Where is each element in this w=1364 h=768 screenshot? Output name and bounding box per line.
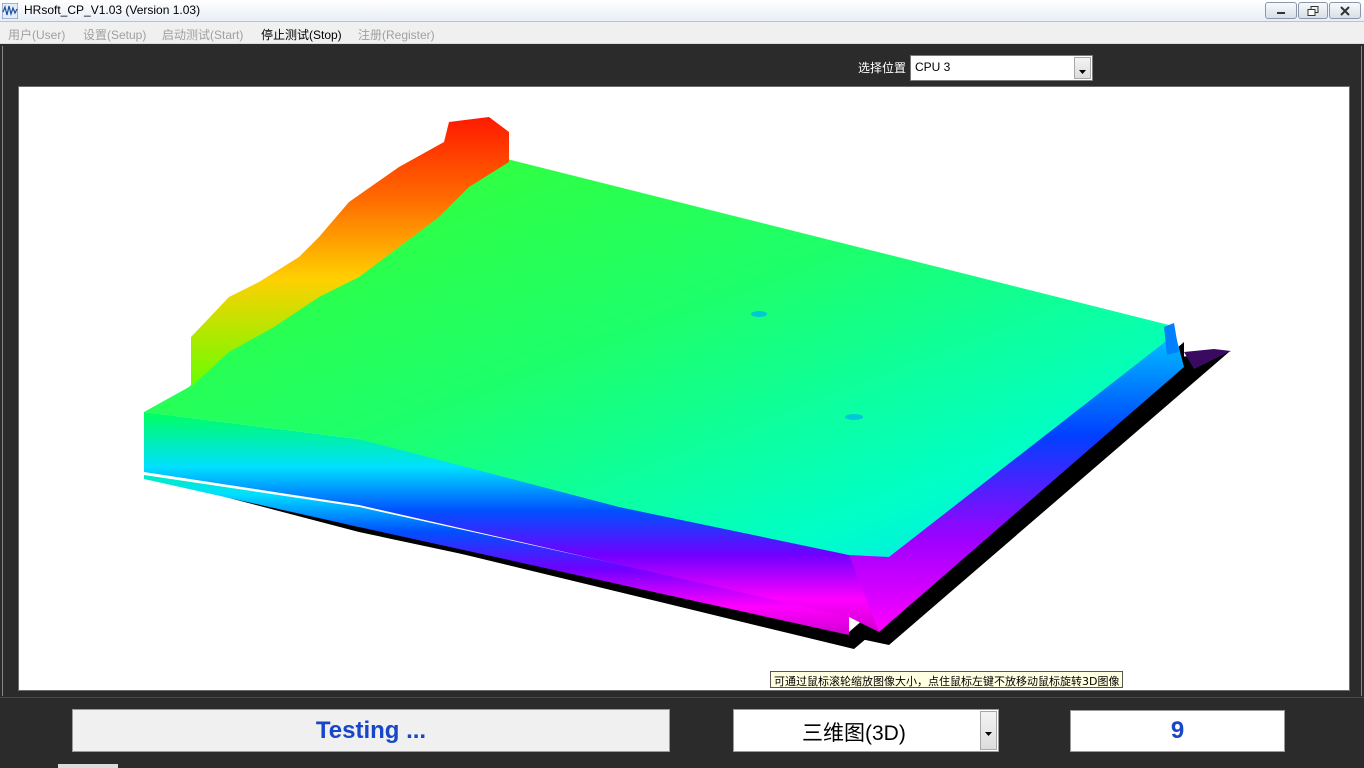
menu-user[interactable]: 用户(User): [8, 26, 65, 43]
chevron-down-icon: [1079, 59, 1086, 78]
chevron-down-icon: [985, 721, 992, 740]
window-title: HRsoft_CP_V1.03 (Version 1.03): [24, 3, 201, 17]
close-button[interactable]: [1329, 2, 1361, 19]
status-strip: [58, 764, 118, 768]
menu-register[interactable]: 注册(Register): [358, 26, 435, 43]
minimize-icon: [1275, 1, 1287, 20]
location-select[interactable]: CPU 3: [910, 55, 1093, 81]
count-value: 9: [1170, 717, 1185, 744]
app-waveform-icon: [1, 2, 19, 20]
menu-bar: 用户(User) 设置(Setup) 启动测试(Start) 停止测试(Stop…: [0, 22, 1364, 44]
status-text: Testing ...: [315, 716, 427, 744]
menu-stop[interactable]: 停止测试(Stop): [261, 26, 342, 43]
view-mode-select[interactable]: 三维图(3D): [733, 709, 999, 752]
surface-spot: [845, 414, 863, 420]
tooltip: 可通过鼠标滚轮缩放图像大小，点住鼠标左键不放移动鼠标旋转3D图像: [770, 671, 1124, 688]
location-dropdown-button[interactable]: [1074, 57, 1091, 79]
restore-icon: [1307, 1, 1319, 20]
view-mode-value: 三维图(3D): [802, 722, 906, 745]
count-display: 9: [1070, 710, 1285, 752]
view-mode-dropdown-button[interactable]: [980, 711, 997, 750]
minimize-button[interactable]: [1265, 2, 1297, 19]
surface-spot: [751, 311, 767, 317]
3d-surface-plot[interactable]: [19, 87, 1350, 691]
menu-setup[interactable]: 设置(Setup): [83, 26, 146, 43]
location-label: 选择位置: [858, 61, 907, 75]
status-panel: Testing ...: [72, 709, 670, 752]
menu-start[interactable]: 启动测试(Start): [162, 26, 243, 43]
restore-button[interactable]: [1298, 2, 1328, 19]
title-bar: HRsoft_CP_V1.03 (Version 1.03): [0, 0, 1364, 22]
3d-viewport[interactable]: [18, 86, 1350, 691]
close-icon: [1339, 1, 1351, 20]
location-value: CPU 3: [915, 60, 951, 74]
